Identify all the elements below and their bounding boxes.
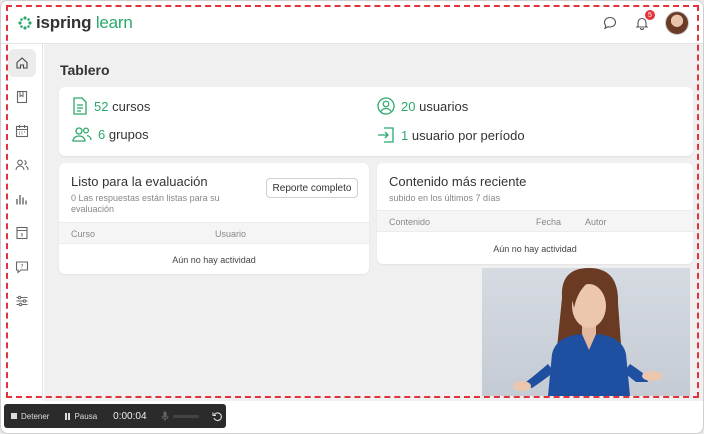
chat-icon[interactable] bbox=[601, 14, 619, 32]
bar-chart-icon bbox=[16, 195, 27, 205]
logo-text: ispring learn bbox=[36, 13, 133, 33]
pause-button[interactable]: Pausa bbox=[57, 412, 105, 421]
sidebar-item-pages[interactable] bbox=[8, 219, 36, 247]
evaluation-card: Listo para la evaluación 0 Las respuesta… bbox=[59, 163, 369, 274]
stop-button[interactable]: Detener bbox=[4, 412, 57, 421]
users-label: usuarios bbox=[419, 98, 469, 114]
pause-label: Pausa bbox=[74, 411, 98, 421]
calendar-icon bbox=[15, 125, 29, 138]
stats-card: 52 cursos 20 usuarios 6 grupos 1 usuario… bbox=[59, 87, 693, 156]
recent-table-header: Contenido Fecha Autor bbox=[377, 210, 693, 232]
home-icon bbox=[16, 57, 28, 69]
recording-timer: 0:00:04 bbox=[113, 410, 147, 422]
presenter-image bbox=[513, 268, 662, 396]
stop-label: Detener bbox=[21, 411, 50, 421]
page-title: Tablero bbox=[60, 62, 110, 78]
sidebar-item-calendar[interactable] bbox=[8, 117, 36, 145]
users-icon bbox=[15, 159, 29, 171]
recorder-toolbar: Detener Pausa 0:00:04 bbox=[4, 404, 226, 428]
stat-groups[interactable]: 6 grupos bbox=[72, 126, 149, 142]
stat-users[interactable]: 20 usuarios bbox=[377, 97, 468, 115]
stat-courses[interactable]: 52 cursos bbox=[72, 97, 150, 115]
logo[interactable]: ispring learn bbox=[18, 13, 133, 33]
pause-icon bbox=[65, 412, 71, 420]
sidebar-item-reports[interactable] bbox=[8, 185, 36, 213]
sidebar-item-settings[interactable] bbox=[8, 287, 36, 315]
logo-suffix: learn bbox=[95, 13, 133, 32]
microphone-level-bar bbox=[172, 414, 199, 418]
group-icon bbox=[72, 127, 92, 142]
ispring-logo-icon bbox=[18, 16, 32, 30]
sliders-icon bbox=[16, 295, 28, 307]
period-label: usuario por período bbox=[411, 127, 525, 143]
top-bar: ispring learn 5 bbox=[1, 1, 703, 44]
logo-name: ispring bbox=[36, 13, 92, 32]
user-circle-icon bbox=[377, 97, 395, 115]
recent-title: Contenido más reciente bbox=[389, 174, 527, 189]
restart-icon bbox=[211, 411, 222, 421]
column-user[interactable]: Usuario bbox=[215, 229, 246, 239]
evaluation-table-header: Curso Usuario bbox=[59, 222, 369, 244]
top-actions: 5 bbox=[601, 10, 689, 35]
evaluation-subtitle: 0 Las respuestas están listas para su ev… bbox=[71, 193, 220, 214]
notification-badge: 5 bbox=[645, 10, 655, 20]
recent-empty-message: Aún no hay actividad bbox=[493, 244, 577, 254]
svg-text:?: ? bbox=[20, 264, 23, 271]
column-author[interactable]: Autor bbox=[585, 217, 607, 227]
sidebar-item-support[interactable]: ? bbox=[8, 253, 36, 281]
users-count: 20 bbox=[401, 98, 416, 114]
webcam-overlay[interactable] bbox=[482, 268, 690, 396]
column-course[interactable]: Curso bbox=[71, 229, 95, 239]
courses-count: 52 bbox=[94, 98, 109, 114]
microphone-control[interactable] bbox=[155, 411, 205, 421]
restart-button[interactable] bbox=[205, 411, 230, 422]
book-icon bbox=[16, 90, 28, 104]
login-icon bbox=[378, 127, 394, 143]
info-page-icon bbox=[16, 226, 28, 240]
app-window: ispring learn 5 ? Tablero 52 cursos 20 u… bbox=[0, 0, 704, 434]
full-report-button[interactable]: Reporte completo bbox=[266, 178, 358, 198]
column-content[interactable]: Contenido bbox=[389, 217, 430, 227]
recent-content-card: Contenido más reciente subido en los últ… bbox=[377, 163, 693, 264]
recent-subtitle: subido en los últimos 7 días bbox=[389, 193, 501, 203]
sidebar: ? bbox=[1, 44, 43, 401]
sidebar-item-home[interactable] bbox=[8, 49, 36, 77]
courses-label: cursos bbox=[112, 98, 151, 114]
column-date[interactable]: Fecha bbox=[536, 217, 561, 227]
microphone-icon bbox=[161, 411, 169, 421]
evaluation-empty-message: Aún no hay actividad bbox=[172, 255, 256, 265]
sidebar-item-users[interactable] bbox=[8, 151, 36, 179]
document-icon bbox=[73, 97, 87, 115]
stat-active-users[interactable]: 1 usuario por período bbox=[377, 126, 525, 144]
period-count: 1 bbox=[401, 127, 409, 143]
groups-count: 6 bbox=[98, 126, 106, 142]
stop-icon bbox=[11, 413, 17, 419]
sidebar-item-courses[interactable] bbox=[8, 83, 36, 111]
bell-icon[interactable]: 5 bbox=[633, 10, 655, 32]
groups-label: grupos bbox=[108, 126, 149, 142]
avatar[interactable] bbox=[665, 11, 689, 35]
question-chat-icon: ? bbox=[15, 261, 29, 274]
evaluation-title: Listo para la evaluación bbox=[71, 174, 208, 189]
